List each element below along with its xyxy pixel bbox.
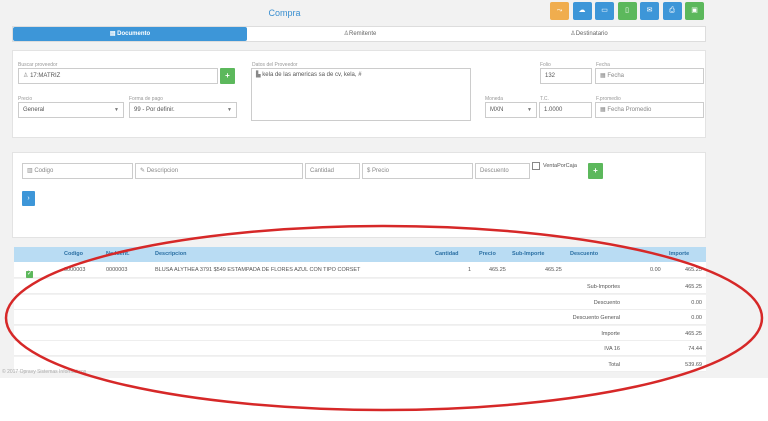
annotation-ellipse-shape bbox=[4, 224, 764, 412]
annotation-ellipse bbox=[4, 224, 764, 412]
